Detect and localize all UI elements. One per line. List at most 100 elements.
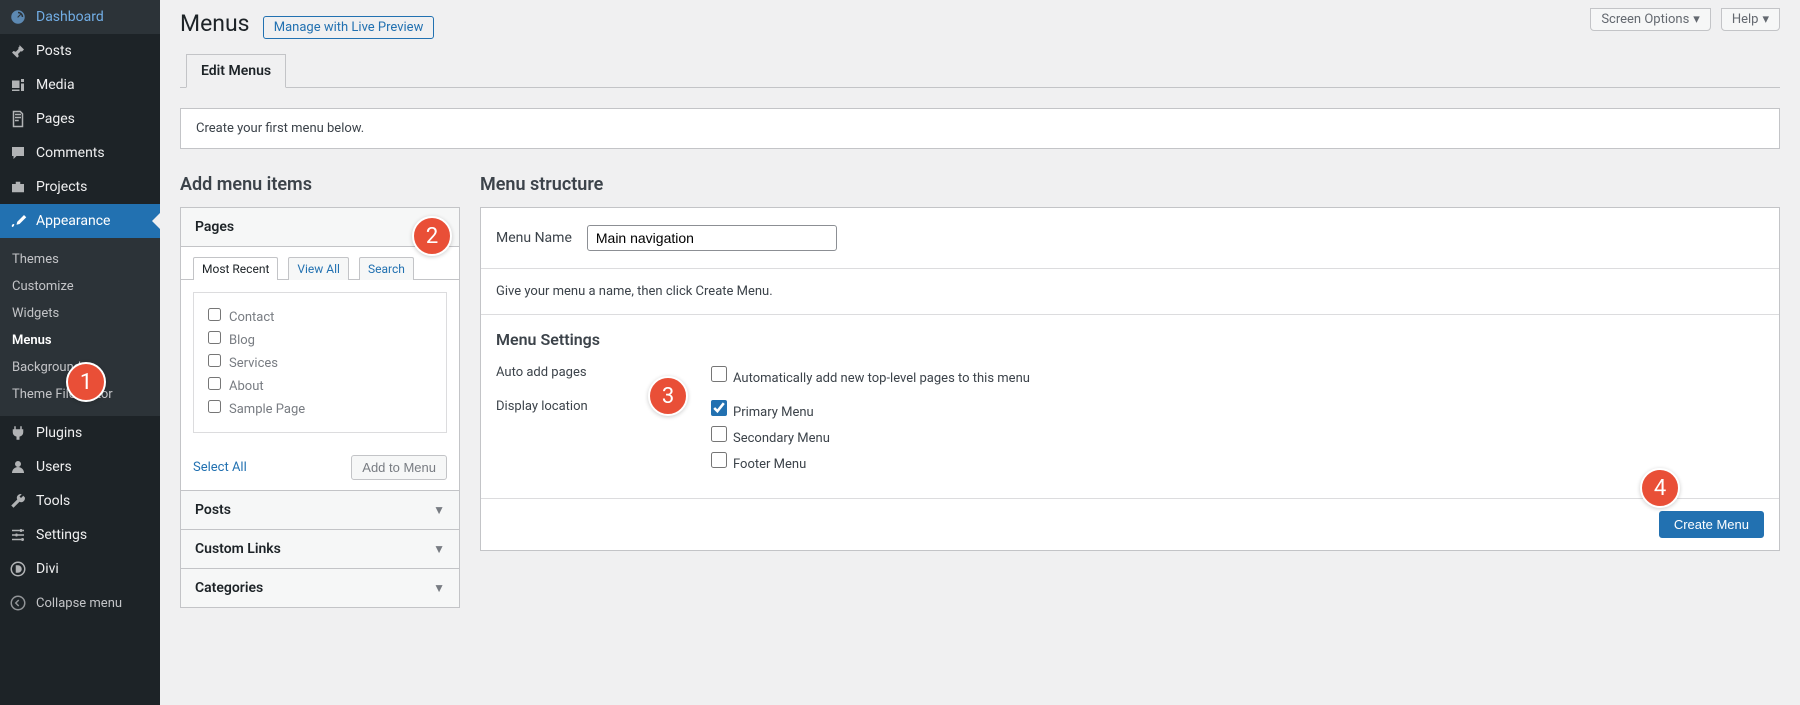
sidebar-item-tools[interactable]: Tools [0, 484, 160, 518]
auto-add-option[interactable]: Automatically add new top-level pages to… [711, 363, 1030, 389]
secondary-checkbox[interactable] [711, 426, 727, 442]
auto-add-label: Auto add pages [496, 363, 711, 380]
page-icon [8, 109, 28, 129]
settings-heading: Menu Settings [496, 330, 1764, 349]
gauge-icon [8, 7, 28, 27]
screen-options-button[interactable]: Screen Options▾ [1590, 8, 1711, 31]
sidebar-item-pages[interactable]: Pages [0, 102, 160, 136]
pin-icon [8, 41, 28, 61]
tab-edit-menus[interactable]: Edit Menus [186, 54, 286, 88]
help-button[interactable]: Help▾ [1721, 8, 1780, 31]
sidebar-label: Divi [36, 561, 59, 577]
page-checkbox[interactable] [208, 354, 221, 367]
filter-view-all[interactable]: View All [288, 257, 349, 280]
sidebar-item-projects[interactable]: Projects [0, 170, 160, 204]
badge-2: 2 [412, 216, 452, 256]
sidebar-item-plugins[interactable]: Plugins [0, 416, 160, 450]
menu-help-text: Give your menu a name, then click Create… [481, 269, 1779, 315]
admin-sidebar: Dashboard Posts Media Pages Comments Pro… [0, 0, 160, 705]
menu-header: Menu Name [481, 208, 1779, 269]
badge-1: 1 [66, 362, 106, 402]
page-item-sample[interactable]: Sample Page [208, 397, 432, 420]
primary-checkbox[interactable] [711, 400, 727, 416]
sidebar-item-media[interactable]: Media [0, 68, 160, 102]
page-item-blog[interactable]: Blog [208, 328, 432, 351]
location-primary[interactable]: Primary Menu [711, 397, 830, 423]
auto-add-checkbox[interactable] [711, 366, 727, 382]
collapse-icon [8, 593, 28, 613]
posts-section: Posts▼ [181, 490, 459, 529]
sidebar-label: Tools [36, 493, 70, 509]
live-preview-link[interactable]: Manage with Live Preview [263, 16, 435, 39]
subitem-widgets[interactable]: Widgets [0, 300, 160, 327]
notice: Create your first menu below. [180, 108, 1780, 149]
sliders-icon [8, 525, 28, 545]
categories-section: Categories▼ [181, 568, 459, 607]
plug-icon [8, 423, 28, 443]
add-to-menu-button[interactable]: Add to Menu [351, 455, 447, 480]
user-icon [8, 457, 28, 477]
sidebar-label: Plugins [36, 425, 82, 441]
posts-header[interactable]: Posts▼ [181, 491, 459, 529]
nav-tabs: Edit Menus [180, 54, 1780, 88]
collapse-menu[interactable]: Collapse menu [0, 586, 160, 620]
location-footer[interactable]: Footer Menu [711, 449, 830, 475]
select-all-link[interactable]: Select All [193, 460, 247, 475]
sidebar-item-posts[interactable]: Posts [0, 34, 160, 68]
location-secondary[interactable]: Secondary Menu [711, 423, 830, 449]
categories-header[interactable]: Categories▼ [181, 569, 459, 607]
main-content: Screen Options▾ Help▾ Menus Manage with … [160, 0, 1800, 705]
sidebar-label: Comments [36, 145, 105, 161]
caret-down-icon: ▾ [1762, 12, 1769, 27]
menu-structure-heading: Menu structure [480, 174, 1780, 195]
sidebar-item-users[interactable]: Users [0, 450, 160, 484]
page-checkbox[interactable] [208, 377, 221, 390]
footer-checkbox[interactable] [711, 452, 727, 468]
page-item-contact[interactable]: Contact [208, 305, 432, 328]
menu-footer: Create Menu [481, 498, 1779, 550]
add-items-heading: Add menu items [180, 174, 460, 195]
media-icon [8, 75, 28, 95]
filter-search[interactable]: Search [359, 257, 414, 280]
caret-down-icon: ▾ [1693, 12, 1700, 27]
accordion: Pages▲ Most Recent View All Search Conta… [180, 207, 460, 608]
menu-name-label: Menu Name [496, 230, 572, 246]
sidebar-label: Appearance [36, 213, 110, 229]
briefcase-icon [8, 177, 28, 197]
menu-name-input[interactable] [587, 225, 837, 251]
caret-down-icon: ▼ [433, 542, 445, 556]
caret-down-icon: ▼ [433, 503, 445, 517]
create-menu-button[interactable]: Create Menu [1659, 511, 1764, 538]
comment-icon [8, 143, 28, 163]
page-checkbox[interactable] [208, 400, 221, 413]
page-item-about[interactable]: About [208, 374, 432, 397]
sidebar-label: Projects [36, 179, 87, 195]
sidebar-item-divi[interactable]: Divi [0, 552, 160, 586]
sidebar-item-appearance[interactable]: Appearance [0, 204, 160, 238]
sidebar-item-settings[interactable]: Settings [0, 518, 160, 552]
sidebar-item-comments[interactable]: Comments [0, 136, 160, 170]
brush-icon [8, 211, 28, 231]
filter-most-recent[interactable]: Most Recent [193, 257, 278, 280]
sidebar-label: Pages [36, 111, 75, 127]
wrench-icon [8, 491, 28, 511]
badge-4: 4 [1640, 468, 1680, 508]
subitem-themes[interactable]: Themes [0, 246, 160, 273]
custom-links-header[interactable]: Custom Links▼ [181, 530, 459, 568]
badge-3: 3 [648, 376, 688, 416]
subitem-customize[interactable]: Customize [0, 273, 160, 300]
pages-list: Contact Blog Services About Sample Page [193, 292, 447, 433]
divi-icon [8, 559, 28, 579]
page-checkbox[interactable] [208, 331, 221, 344]
custom-links-section: Custom Links▼ [181, 529, 459, 568]
page-title: Menus [180, 10, 250, 37]
sidebar-label: Posts [36, 43, 72, 59]
filter-tabs: Most Recent View All Search [181, 247, 459, 280]
collapse-label: Collapse menu [36, 596, 122, 611]
subitem-menus[interactable]: Menus [0, 327, 160, 354]
sidebar-label: Settings [36, 527, 87, 543]
page-checkbox[interactable] [208, 308, 221, 321]
sidebar-item-dashboard[interactable]: Dashboard [0, 0, 160, 34]
page-item-services[interactable]: Services [208, 351, 432, 374]
sidebar-label: Users [36, 459, 72, 475]
